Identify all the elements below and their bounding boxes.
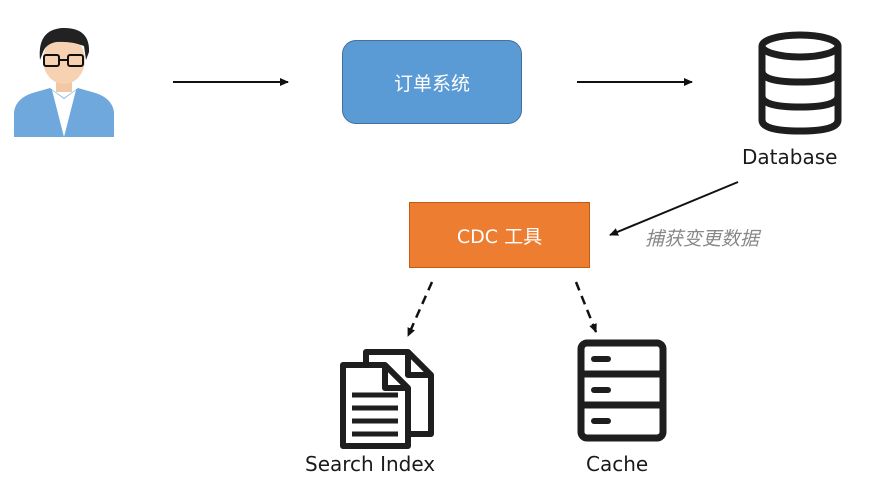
arrow-cdc-to-search <box>406 281 434 337</box>
database-icon <box>758 31 842 135</box>
server-icon <box>577 339 667 442</box>
arrow-cdc-to-cache <box>574 281 598 333</box>
cdc-tool-node: CDC 工具 <box>409 202 590 268</box>
order-system-label: 订单系统 <box>393 72 470 95</box>
cdc-tool-label: CDC 工具 <box>456 225 543 248</box>
documents-icon <box>340 349 434 449</box>
search-index-label: Search Index <box>305 452 436 476</box>
cache-label: Cache <box>586 452 649 476</box>
database-label: Database <box>742 145 838 169</box>
order-system-node: 订单系统 <box>342 40 522 124</box>
capture-changes-label: 捕获变更数据 <box>645 228 760 250</box>
user-icon <box>14 27 114 137</box>
